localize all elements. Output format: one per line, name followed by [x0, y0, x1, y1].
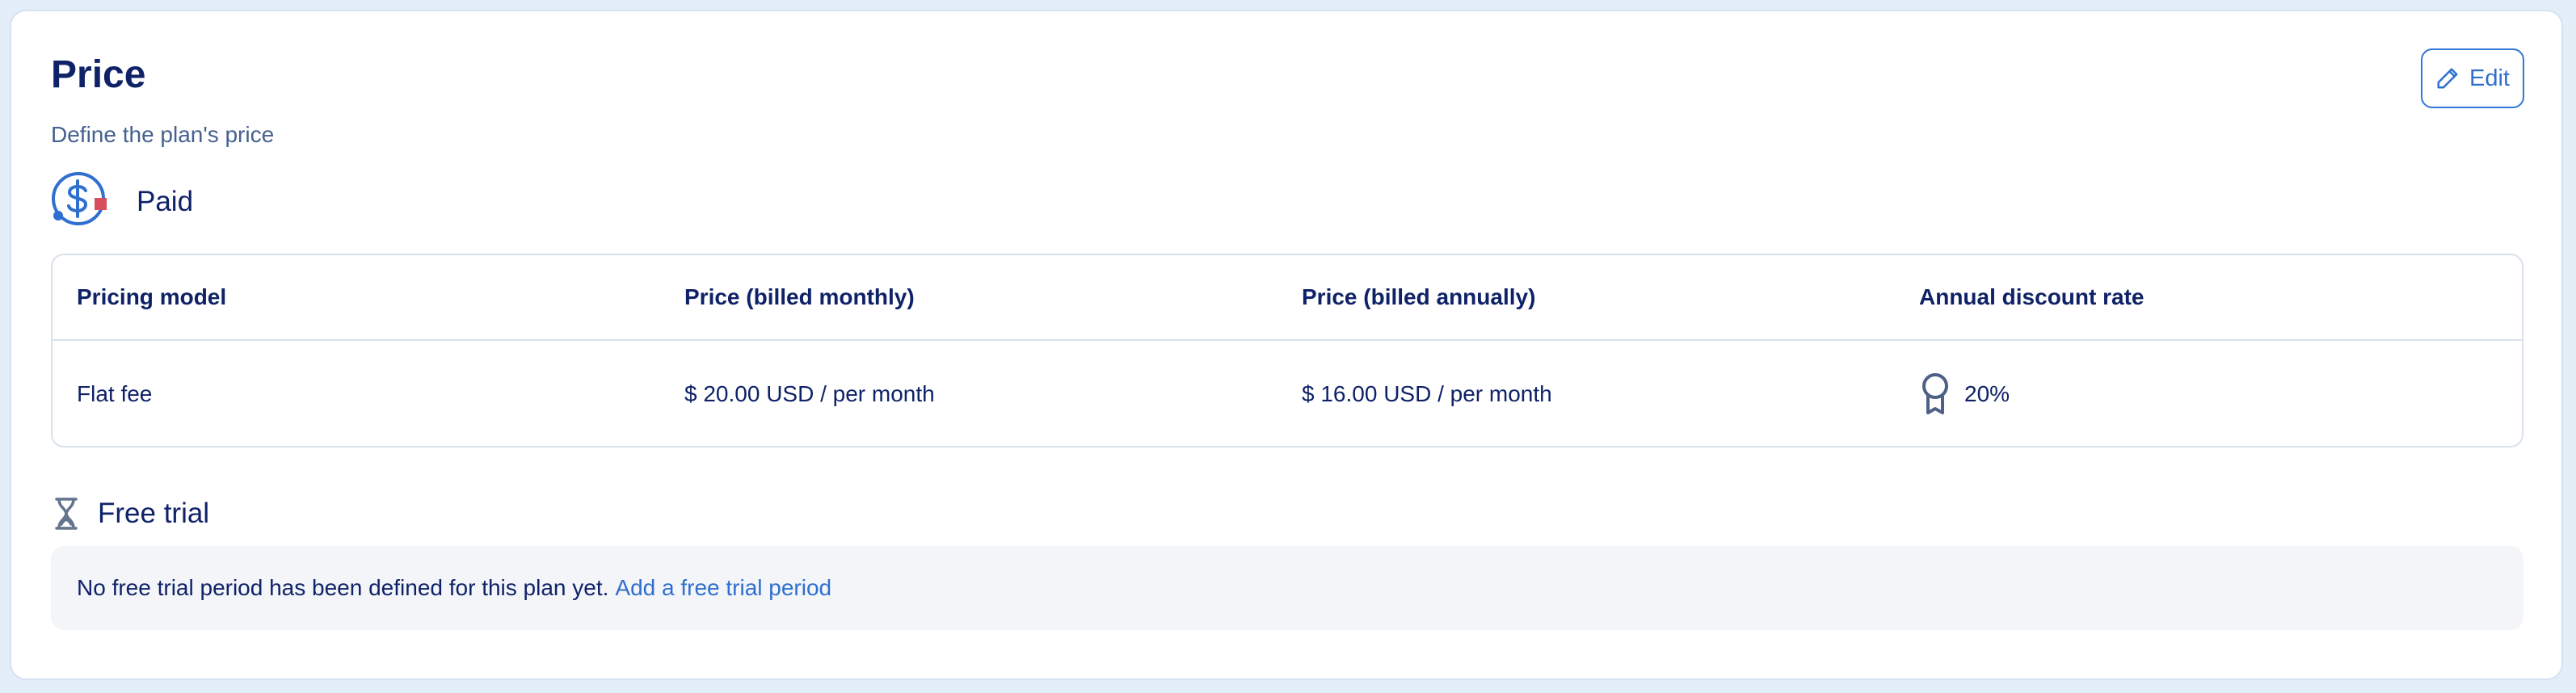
award-icon	[1922, 373, 1948, 414]
edit-button-label: Edit	[2469, 65, 2510, 91]
discount-rate-cell: 20%	[1919, 341, 2010, 446]
header-price-annually: Price (billed annually)	[1302, 284, 1536, 309]
pricing-model-value: Flat fee	[77, 381, 153, 406]
free-trial-message: No free trial period has been defined fo…	[51, 546, 2523, 630]
pricing-status-label: Paid	[137, 186, 194, 217]
page-subtitle: Define the plan's price	[51, 122, 275, 147]
header-price-monthly: Price (billed monthly)	[684, 284, 915, 309]
add-free-trial-link[interactable]: Add a free trial period	[615, 575, 831, 601]
edit-button[interactable]: Edit	[2421, 48, 2524, 108]
free-trial-message-text: No free trial period has been defined fo…	[77, 575, 609, 600]
pricing-status-row: Paid	[51, 171, 193, 233]
pencil-icon	[2437, 68, 2458, 89]
header-pricing-model: Pricing model	[77, 284, 227, 309]
discount-rate-value: 20%	[1964, 381, 2010, 406]
free-trial-label: Free trial	[98, 498, 210, 529]
table-header-row: Pricing model Price (billed monthly) Pri…	[53, 255, 2522, 341]
annual-price-value: $ 16.00 USD / per month	[1302, 381, 1552, 406]
pricing-table: Pricing model Price (billed monthly) Pri…	[51, 254, 2523, 447]
page-title: Price	[51, 53, 146, 96]
dollar-circle-icon	[52, 172, 107, 225]
monthly-price-value: $ 20.00 USD / per month	[684, 381, 935, 406]
header-annual-discount: Annual discount rate	[1919, 284, 2145, 309]
table-row: Flat fee $ 20.00 USD / per month $ 16.00…	[53, 341, 2522, 446]
hourglass-icon	[55, 498, 78, 530]
price-card: Price Define the plan's price Edit Paid …	[10, 10, 2563, 680]
free-trial-row: Free trial	[51, 485, 209, 543]
